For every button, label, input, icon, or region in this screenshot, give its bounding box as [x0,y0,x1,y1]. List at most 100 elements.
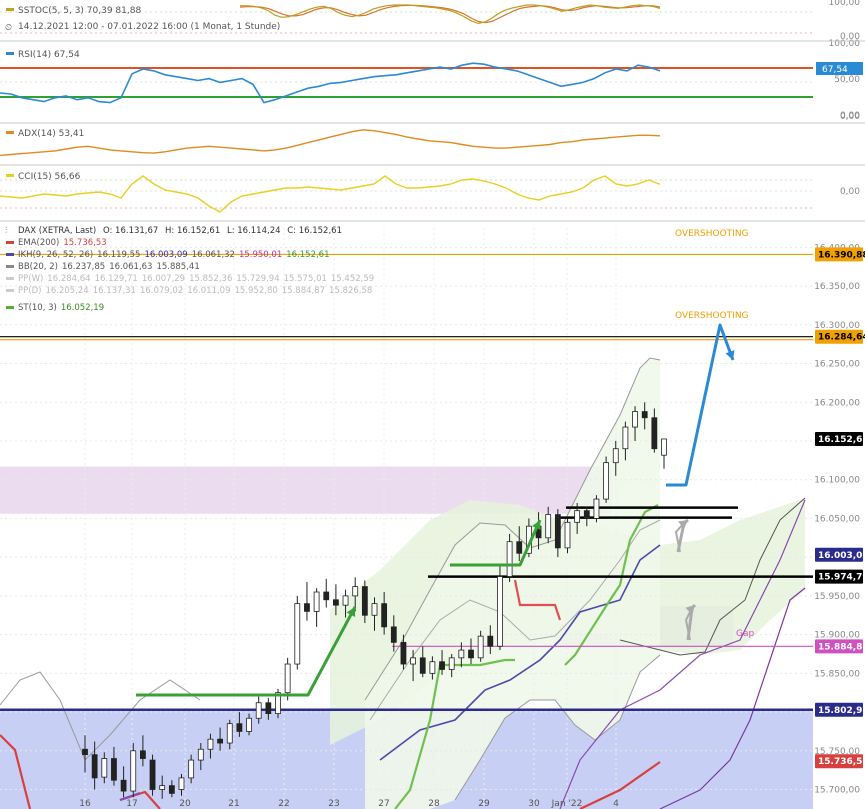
candle [313,591,320,612]
candle [246,717,252,732]
price-tag-text: 15.884,88 [818,642,865,652]
candle [651,417,658,450]
cci-label: CCI(15) 56,66 [6,172,81,182]
candle [410,657,417,665]
chart: 16.400,0016.350,0016.300,0016.250,0016.2… [0,0,865,809]
y-tick-label: 15.950,00 [814,592,860,602]
candle [458,649,465,659]
price-tag-text: 15.974,79 [818,573,865,583]
candle [304,603,310,612]
candle [612,448,619,464]
stoch-tick: 100,00 [829,0,861,8]
candle [226,723,233,744]
candle [323,591,330,601]
svg-text:CCI(15) 56,66: CCI(15) 56,66 [18,172,81,182]
price-tag-text: 16.390,88 [818,250,865,260]
candle [130,750,137,792]
rsi-tick: 50,00 [834,75,860,85]
x-tick-label: 28 [428,799,440,809]
gap-label: Gap [736,629,754,639]
x-tick-label: Jan '22 [551,799,583,809]
x-tick-label: 27 [378,799,389,809]
rsi-value-text: 67,54 [822,65,848,75]
cci-pane [0,166,813,220]
clock-icon: ⏲ [5,23,12,33]
y-tick-label: 15.700,00 [814,786,860,796]
candle [91,754,98,779]
candle [361,586,368,616]
svg-text:SSTOC(5, 5, 3) 70,39 81,88: SSTOC(5, 5, 3) 70,39 81,88 [18,6,141,16]
svg-text:PP(W)16.284,6416.129,7116.007,: PP(W) 16.284,64 16.129,71 16.007,29 15.852,3… [18,274,374,284]
x-tick-label: 29 [478,799,490,809]
candle [390,626,397,643]
candle [159,785,166,790]
candle [188,759,195,779]
price-tag-text: 15.802,97 [818,706,865,716]
candle [120,779,127,792]
candle [371,603,378,616]
svg-text:RSI(14) 67,54: RSI(14) 67,54 [18,50,80,60]
candle [236,723,243,732]
candle [294,603,301,665]
chart-type-icon: ⫶ [5,225,7,236]
svg-text:ADX(14) 53,41: ADX(14) 53,41 [18,129,84,139]
y-tick-label: 16.100,00 [814,476,860,486]
x-tick-label: 23 [328,799,339,809]
price-tag-text: 16.152,61 [818,435,865,445]
rsi-label: RSI(14) 67,54 [6,50,80,60]
candle [554,514,561,549]
cci-tick: 0,00 [840,187,860,197]
candle [583,510,590,519]
x-tick-label: 22 [278,799,289,809]
adx-label: ADX(14) 53,41 [6,129,84,139]
candle [439,661,445,670]
adx-pane [0,124,813,164]
candle [332,599,339,606]
price-tag-text: 16.284,64 [818,333,865,343]
x-tick-label: 21 [228,799,239,809]
y-tick-label: 15.850,00 [814,669,860,679]
candle [593,498,600,519]
candle [101,758,108,778]
svg-text:ST(10, 3)16.052,19: ST(10, 3) 16.052,19 [18,303,104,313]
y-tick-label: 16.350,00 [814,282,860,292]
svg-text:DAX (XETRA, Last) O: 16.: DAX (XETRA, Last) O: 16.131,67 H: 16.152… [18,226,342,236]
overshooting-label-lower: OVERSHOOTING [675,311,749,321]
x-tick-label: 20 [179,799,191,809]
candle [139,750,146,759]
candle [207,738,214,750]
svg-text:PP(D)16.205,2416.137,3116.079,: PP(D) 16.205,24 16.137,31 16.079,02 16.011,0… [18,286,372,296]
candle [641,411,648,419]
candle [111,758,117,781]
y-tick-label: 16.050,00 [814,514,860,524]
candle [197,748,204,761]
candle [178,777,185,790]
candle [217,738,224,744]
candle [622,426,629,450]
candle [448,657,455,670]
candle [603,462,609,500]
candle [352,586,359,597]
candle [429,661,436,674]
candle [477,635,484,659]
y-tick-label: 16.250,00 [814,360,860,370]
candle [564,521,571,549]
candle [168,785,175,794]
candle [149,759,156,790]
adx-tick: 0,00 [840,112,860,122]
y-tick-label: 16.200,00 [814,398,860,408]
x-tick-label: 17 [126,799,137,809]
x-tick-label: 30 [528,799,540,809]
candle [265,702,272,715]
candle [284,663,291,694]
candle [497,576,503,647]
candle [419,657,426,674]
candle [255,702,262,719]
candle [661,438,667,456]
x-tick-label: 16 [79,799,91,809]
candle [574,510,581,523]
price-tag-text: 15.736,53 [818,757,865,767]
candle [545,514,552,539]
candle [342,595,349,606]
candle [381,603,388,628]
